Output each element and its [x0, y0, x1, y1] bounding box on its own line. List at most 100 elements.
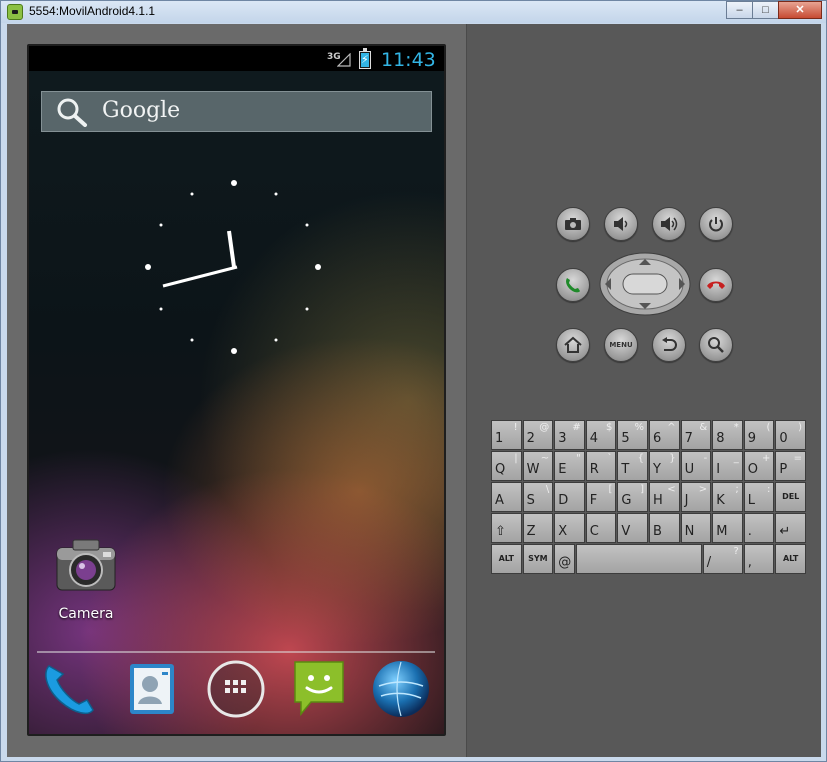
key-space[interactable] — [576, 544, 702, 574]
dpad[interactable] — [599, 252, 691, 316]
key-4[interactable]: 4 $ — [585, 420, 617, 450]
messaging-app[interactable] — [289, 658, 349, 720]
key-r[interactable]: R ` — [585, 451, 617, 481]
clock-tick — [305, 307, 309, 311]
contacts-app[interactable] — [122, 658, 182, 720]
contacts-icon — [130, 664, 174, 714]
key-2[interactable]: 2 @ — [522, 420, 554, 450]
app-drawer-button[interactable] — [206, 658, 266, 720]
key-alt-label: $ — [606, 422, 613, 433]
key-a[interactable]: A — [491, 482, 522, 512]
key-label: C — [589, 524, 599, 539]
key-s[interactable]: S \ — [522, 482, 554, 512]
key-f[interactable]: F[ — [585, 482, 617, 512]
key-g[interactable]: G] — [617, 482, 648, 512]
key-h[interactable]: H < — [649, 482, 680, 512]
key-shift[interactable]: ⇧ — [491, 513, 522, 543]
key-w[interactable]: W ~ — [522, 451, 554, 481]
key-label: 8 — [716, 431, 725, 446]
key-l[interactable]: L: — [743, 482, 775, 512]
battery-icon: ⚡ — [359, 48, 371, 69]
key-x64[interactable]: @ — [554, 544, 576, 574]
back-button[interactable] — [652, 328, 686, 362]
camera-app-shortcut[interactable]: Camera — [51, 536, 121, 628]
key-alt-label: ) — [798, 422, 802, 433]
camera-button[interactable] — [556, 207, 590, 241]
key-m[interactable]: M — [712, 513, 743, 543]
key-5[interactable]: 5% — [617, 420, 648, 450]
clock-tick — [159, 223, 163, 227]
key-alt-label: ^ — [667, 422, 676, 433]
key-label: ALT — [782, 554, 799, 563]
key-x47[interactable]: /? — [702, 544, 743, 574]
key-alt[interactable]: ALT — [775, 544, 806, 574]
key-sym[interactable]: SYM — [522, 544, 554, 574]
key-label: F — [589, 493, 598, 508]
emulator-window: 5554:MovilAndroid4.1.1 – □ ✕ 3G ⚡ 11:43 … — [0, 0, 827, 762]
key-3[interactable]: 3 # — [554, 420, 585, 450]
home-button[interactable] — [556, 328, 590, 362]
key-enter[interactable]: ↵ — [775, 513, 806, 543]
key-label: H — [653, 493, 663, 508]
volume-up-button[interactable] — [652, 207, 686, 241]
key-x[interactable]: X — [554, 513, 585, 543]
key-8[interactable]: 8 * — [712, 420, 743, 450]
key-6[interactable]: 6 ^ — [649, 420, 680, 450]
dock — [29, 658, 444, 728]
google-search-bar[interactable]: Google — [41, 91, 432, 132]
key-x44[interactable]: , — [743, 544, 775, 574]
key-b[interactable]: B — [649, 513, 680, 543]
key-9[interactable]: 9( — [743, 420, 775, 450]
key-label: X — [558, 524, 568, 539]
menu-button[interactable]: MENU — [604, 328, 638, 362]
key-t[interactable]: T{ — [617, 451, 648, 481]
volume-down-icon — [614, 217, 628, 231]
key-v[interactable]: V — [617, 513, 648, 543]
key-o[interactable]: O + — [743, 451, 775, 481]
key-j[interactable]: J > — [680, 482, 712, 512]
close-button[interactable]: ✕ — [778, 1, 822, 19]
key-label: 6 — [653, 431, 662, 446]
analog-clock-widget[interactable] — [139, 171, 329, 361]
key-x46[interactable]: . — [743, 513, 775, 543]
call-button[interactable] — [556, 268, 590, 302]
key-n[interactable]: N — [680, 513, 712, 543]
power-button[interactable] — [699, 207, 733, 241]
key-d[interactable]: D — [554, 482, 585, 512]
signal-icon — [337, 53, 351, 67]
device-screen[interactable]: 3G ⚡ 11:43 Google Camera — [27, 44, 446, 736]
key-1[interactable]: 1! — [491, 420, 522, 450]
key-q[interactable]: Q | — [491, 451, 522, 481]
key-label: Q — [495, 462, 506, 477]
key-z[interactable]: Z — [522, 513, 554, 543]
phone-app[interactable] — [39, 658, 99, 720]
key-0[interactable]: 0) — [775, 420, 806, 450]
dpad-center[interactable] — [622, 273, 668, 295]
key-p[interactable]: P = — [775, 451, 806, 481]
key-i[interactable]: I _ — [712, 451, 743, 481]
maximize-button[interactable]: □ — [752, 1, 779, 19]
key-label: B — [653, 524, 662, 539]
minimize-button[interactable]: – — [726, 1, 753, 19]
call-icon — [566, 278, 580, 293]
browser-app[interactable] — [371, 658, 431, 720]
key-alt-label: _ — [733, 453, 739, 464]
volume-down-button[interactable] — [604, 207, 638, 241]
key-del[interactable]: DEL — [775, 482, 806, 512]
key-u[interactable]: U- — [680, 451, 712, 481]
key-label: Z — [526, 524, 536, 539]
end-call-button[interactable] — [699, 268, 733, 302]
key-c[interactable]: C — [585, 513, 617, 543]
key-y[interactable]: Y} — [649, 451, 680, 481]
phone-icon — [45, 665, 94, 715]
search-button[interactable] — [699, 328, 733, 362]
search-icon — [708, 337, 724, 353]
key-7[interactable]: 7 & — [680, 420, 712, 450]
minute-hand — [162, 265, 238, 288]
title-bar: 5554:MovilAndroid4.1.1 – □ ✕ — [1, 1, 826, 23]
key-label: ALT — [498, 554, 514, 563]
back-icon — [662, 337, 677, 351]
key-alt[interactable]: ALT — [491, 544, 522, 574]
key-e[interactable]: E " — [554, 451, 585, 481]
key-k[interactable]: K; — [712, 482, 743, 512]
